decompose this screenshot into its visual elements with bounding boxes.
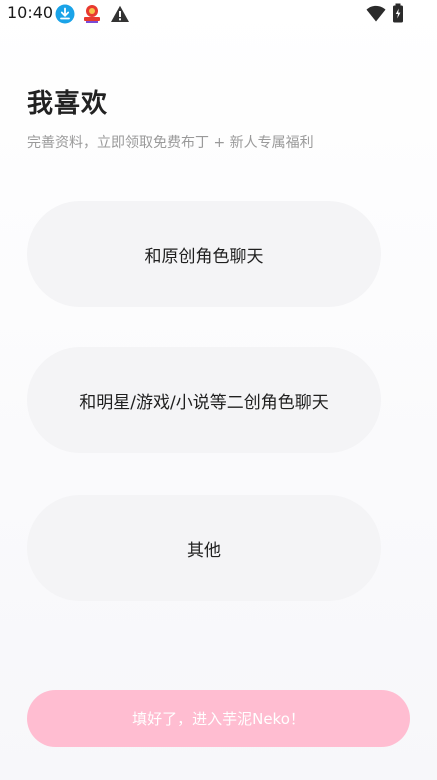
option-fan-character-chat[interactable]: 和明星/游戏/小说等二创角色聊天 <box>27 347 381 453</box>
download-icon <box>55 4 75 24</box>
option-label: 其他 <box>187 540 221 561</box>
status-bar: 10:40 <box>0 0 437 28</box>
submit-button[interactable]: 填好了，进入芋泥Neko！ <box>27 690 410 747</box>
warning-icon <box>111 5 129 23</box>
page-title: 我喜欢 <box>27 89 109 119</box>
option-other[interactable]: 其他 <box>27 495 381 601</box>
submit-button-label: 填好了，进入芋泥Neko！ <box>132 710 305 728</box>
page-subtitle: 完善资料，立即领取免费布丁 + 新人专属福利 <box>27 135 314 151</box>
wifi-icon <box>366 5 386 22</box>
battery-icon <box>393 3 403 23</box>
app-badge-icon <box>84 5 100 23</box>
option-original-character-chat[interactable]: 和原创角色聊天 <box>27 201 381 307</box>
status-time: 10:40 <box>7 3 54 22</box>
option-label: 和原创角色聊天 <box>144 246 264 267</box>
option-label: 和明星/游戏/小说等二创角色聊天 <box>79 392 329 413</box>
